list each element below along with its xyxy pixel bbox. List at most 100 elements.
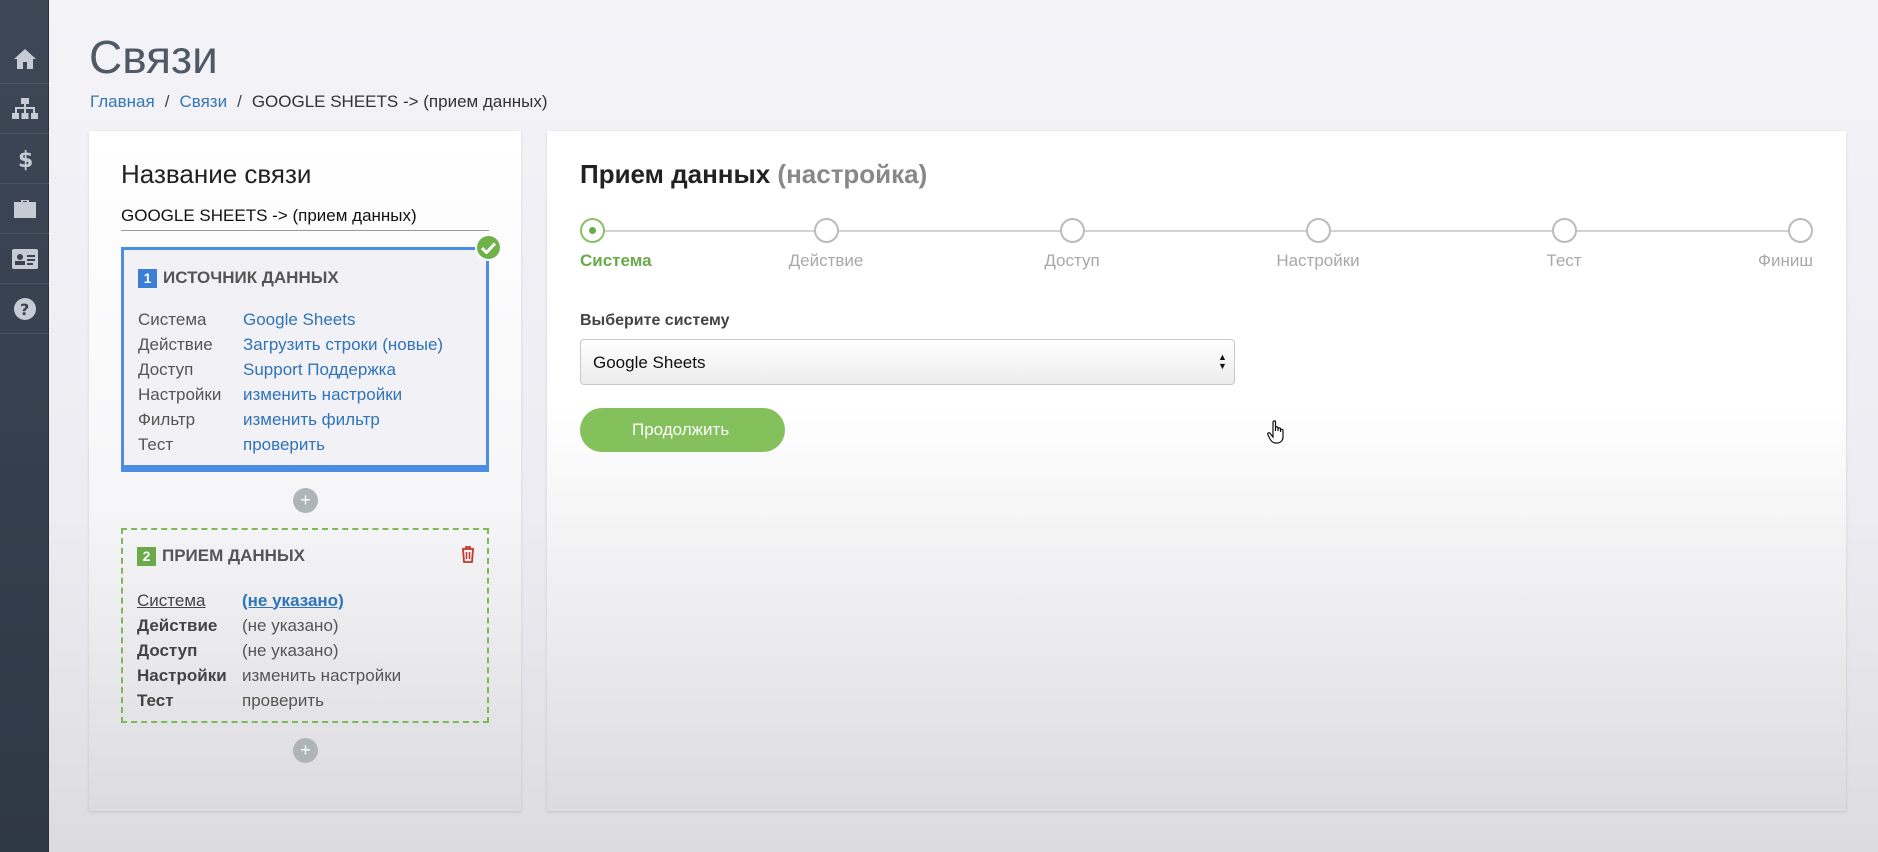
row-key: Настройки	[138, 384, 222, 404]
row-key: Доступ	[138, 359, 194, 379]
source-row-access: Доступ Support Поддержка	[138, 357, 443, 382]
sidebar-item-services[interactable]	[0, 184, 49, 234]
connection-panel: Название связи GOOGLE SHEETS -> (прием д…	[89, 131, 521, 811]
system-select[interactable]: Google Sheets ▲ ▼	[580, 339, 1235, 385]
row-key: Система	[137, 590, 206, 610]
step-finish[interactable]: Финиш	[1758, 218, 1813, 271]
step-label: Настройки	[1276, 251, 1360, 270]
briefcase-icon	[13, 199, 36, 218]
source-card[interactable]: 1 ИСТОЧНИК ДАННЫХ Система Google Sheets …	[121, 234, 502, 472]
source-row-filter: Фильтр изменить фильтр	[138, 407, 443, 432]
receiver-action-value: (не указано)	[242, 615, 339, 635]
step-label: Система	[580, 251, 652, 270]
settings-title-main: Прием данных	[580, 159, 771, 189]
row-key: Действие	[137, 615, 218, 635]
svg-text:$: $	[18, 148, 32, 171]
receiver-row-settings: Настройки изменить настройки	[137, 663, 401, 688]
step-system[interactable]: Система	[580, 218, 652, 271]
system-select-value: Google Sheets	[593, 353, 706, 372]
row-key: Действие	[138, 334, 213, 354]
receiver-test-value: проверить	[242, 690, 325, 710]
settings-panel: Прием данных (настройка) Система Действи…	[547, 131, 1846, 811]
breadcrumb-home-link[interactable]: Главная	[90, 92, 155, 112]
sidebar-item-connections[interactable]	[0, 84, 49, 134]
sidebar-item-help[interactable]: ?	[0, 284, 49, 334]
step-test[interactable]: Тест	[1494, 218, 1634, 271]
sitemap-icon	[11, 97, 38, 119]
receiver-access-value: (не указано)	[242, 640, 339, 660]
question-icon: ?	[13, 297, 36, 320]
continue-button[interactable]: Продолжить	[580, 408, 785, 452]
receiver-row-system: Система (не указано)	[137, 588, 401, 613]
add-step-button[interactable]: +	[293, 738, 318, 763]
step-dot	[1059, 218, 1085, 243]
breadcrumb-separator: /	[164, 92, 170, 111]
connection-name-heading: Название связи	[121, 159, 312, 189]
source-row-settings: Настройки изменить настройки	[138, 382, 443, 407]
receiver-card-title: ПРИЕМ ДАННЫХ	[162, 546, 305, 565]
breadcrumb-separator: /	[237, 92, 242, 111]
source-row-test: Тест проверить	[138, 432, 443, 457]
settings-title: Прием данных (настройка)	[580, 159, 927, 190]
row-key: Настройки	[137, 665, 227, 685]
row-key: Тест	[138, 434, 174, 454]
step-action[interactable]: Действие	[756, 218, 896, 271]
receiver-row-test: Тест проверить	[137, 688, 401, 713]
receiver-system-link[interactable]: (не указано)	[242, 591, 344, 611]
dollar-icon: $	[18, 148, 32, 171]
id-card-icon	[11, 248, 38, 269]
step-dot	[813, 218, 839, 243]
step-dot	[1788, 218, 1813, 243]
source-action-link[interactable]: Загрузить строки (новые)	[243, 335, 443, 355]
step-number-badge: 1	[138, 268, 157, 288]
breadcrumb-connections-link[interactable]: Связи	[179, 92, 227, 112]
receiver-card-header: 2 ПРИЕМ ДАННЫХ	[137, 546, 305, 566]
add-step-button[interactable]: +	[293, 488, 318, 513]
source-filter-link[interactable]: изменить фильтр	[243, 410, 380, 430]
step-label: Тест	[1546, 251, 1582, 270]
sidebar-item-profile[interactable]	[0, 234, 49, 284]
step-dot	[1551, 218, 1577, 243]
source-system-link[interactable]: Google Sheets	[243, 310, 355, 330]
svg-text:?: ?	[20, 300, 29, 319]
connection-name-field[interactable]: GOOGLE SHEETS -> (прием данных)	[121, 206, 489, 231]
sidebar: $ ?	[0, 0, 49, 852]
check-icon	[475, 234, 502, 261]
row-key: Доступ	[137, 640, 198, 660]
step-label: Доступ	[1044, 251, 1100, 270]
breadcrumb: Главная / Связи / GOOGLE SHEETS -> (прие…	[90, 92, 548, 112]
step-label: Действие	[788, 251, 864, 270]
step-label: Финиш	[1758, 251, 1813, 270]
receiver-settings-value: изменить настройки	[242, 665, 402, 685]
trash-icon[interactable]	[461, 546, 475, 568]
step-settings[interactable]: Настройки	[1248, 218, 1388, 271]
step-dot	[580, 218, 605, 243]
row-key: Система	[138, 309, 207, 329]
page-title: Связи	[89, 31, 218, 83]
row-key: Тест	[137, 690, 174, 710]
source-settings-link[interactable]: изменить настройки	[243, 385, 402, 405]
hand-cursor-icon	[1267, 420, 1284, 444]
receiver-card[interactable]: 2 ПРИЕМ ДАННЫХ Система (не указано) Дейс…	[121, 528, 489, 723]
receiver-card-rows: Система (не указано) Действие (не указан…	[137, 588, 401, 713]
sidebar-item-home[interactable]	[0, 34, 49, 84]
source-test-link[interactable]: проверить	[243, 435, 325, 455]
sidebar-item-billing[interactable]: $	[0, 134, 49, 184]
source-row-action: Действие Загрузить строки (новые)	[138, 332, 443, 357]
receiver-row-access: Доступ (не указано)	[137, 638, 401, 663]
step-access[interactable]: Доступ	[1002, 218, 1142, 271]
source-card-header: 1 ИСТОЧНИК ДАННЫХ	[138, 268, 339, 288]
system-select-label: Выберите систему	[580, 312, 730, 329]
source-card-rows: Система Google Sheets Действие Загрузить…	[138, 307, 443, 457]
select-arrows-icon: ▲ ▼	[1218, 352, 1227, 371]
step-number-badge: 2	[137, 546, 156, 566]
source-card-title: ИСТОЧНИК ДАННЫХ	[163, 268, 339, 287]
settings-title-sub: (настройка)	[777, 159, 928, 189]
breadcrumb-current: GOOGLE SHEETS -> (прием данных)	[251, 92, 548, 111]
receiver-row-action: Действие (не указано)	[137, 613, 401, 638]
source-row-system: Система Google Sheets	[138, 307, 443, 332]
step-dot	[1305, 218, 1331, 243]
row-key: Фильтр	[138, 409, 196, 429]
home-icon	[13, 48, 36, 69]
source-access-link[interactable]: Support Поддержка	[243, 360, 396, 380]
